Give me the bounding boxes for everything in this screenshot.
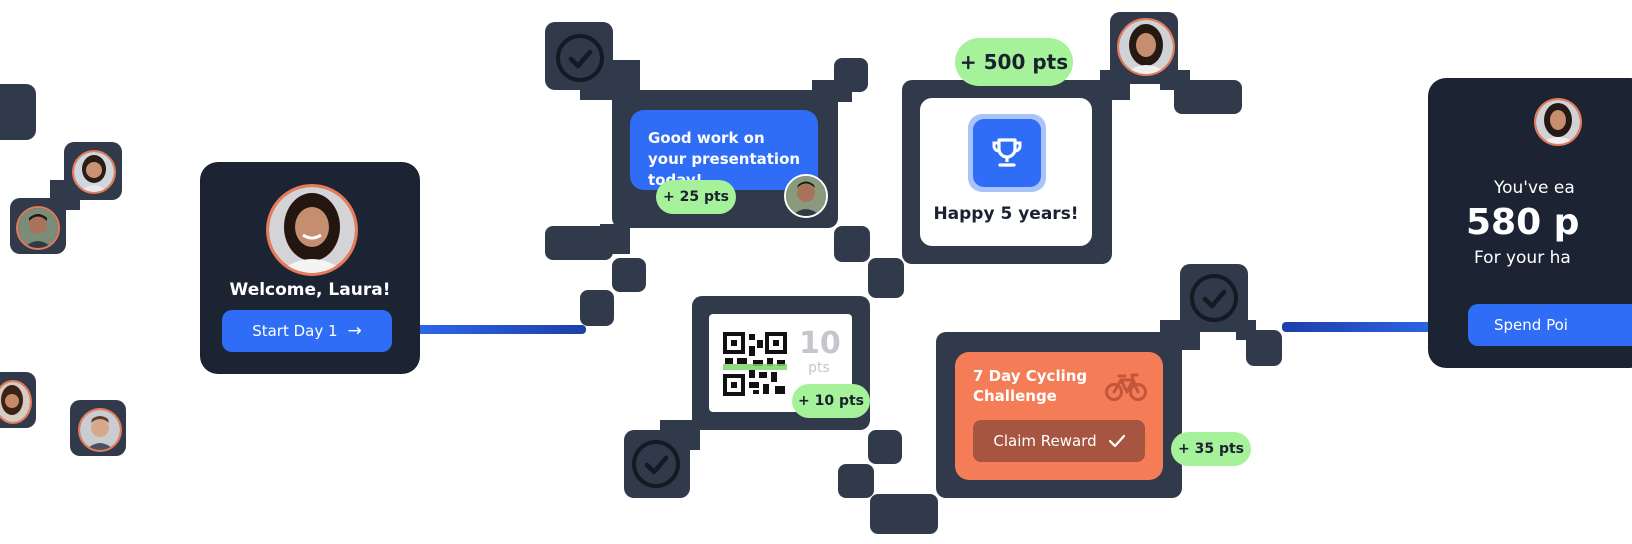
spend-points-button[interactable]: Spend Poi (1468, 304, 1632, 346)
avatar (266, 184, 358, 276)
points-badge: + 500 pts (955, 38, 1073, 86)
checkmark-icon (632, 440, 680, 488)
avatar (72, 150, 116, 194)
welcome-card: Welcome, Laura! Start Day 1 → (200, 162, 420, 374)
connector-block (1100, 70, 1130, 100)
start-day-button-label: Start Day 1 (252, 322, 338, 340)
avatar (784, 174, 828, 218)
connector-block (1160, 320, 1200, 350)
avatar (1534, 98, 1582, 146)
message-bubble: Good work on your presentation today! (630, 110, 818, 190)
claim-reward-label: Claim Reward (993, 432, 1097, 450)
earned-card: You've ea 580 p For your ha Spend Poi (1428, 78, 1632, 368)
spend-points-label: Spend Poi (1494, 316, 1568, 334)
checkmark-icon (1190, 274, 1238, 322)
connector-block (1160, 70, 1190, 90)
connector-block (812, 80, 852, 102)
points-badge: + 10 pts (792, 384, 870, 418)
trophy-icon (968, 114, 1046, 192)
avatar (1117, 18, 1175, 76)
connector-block (0, 84, 36, 140)
connector-block (834, 226, 870, 262)
bicycle-icon (1105, 373, 1147, 401)
claim-reward-button[interactable]: Claim Reward (973, 420, 1145, 462)
milestone-card: Happy 5 years! (920, 98, 1092, 246)
earned-line-1: You've ea (1494, 178, 1575, 198)
start-day-button[interactable]: Start Day 1 → (222, 310, 392, 352)
qr-points-value: 10 (799, 326, 841, 361)
connector-block (1236, 320, 1256, 340)
checkmark-icon (556, 34, 604, 82)
arrow-right-icon: → (347, 321, 362, 341)
challenge-card: 7 Day Cycling Challenge Claim Reward (955, 352, 1163, 480)
points-badge: + 35 pts (1171, 432, 1251, 466)
connector-block (612, 258, 646, 292)
points-badge: + 25 pts (656, 180, 736, 214)
connector-block (838, 464, 874, 498)
welcome-greeting: Welcome, Laura! (229, 280, 391, 300)
earned-amount: 580 p (1466, 202, 1580, 243)
earned-line-2: For your ha (1474, 248, 1571, 268)
connector-block (868, 258, 904, 298)
checkmark-icon (1108, 434, 1125, 448)
qr-points-unit: pts (808, 360, 830, 376)
avatar (16, 206, 60, 250)
connector-block (870, 494, 938, 534)
connector-block (580, 290, 614, 326)
milestone-caption: Happy 5 years! (933, 204, 1079, 224)
challenge-title: 7 Day Cycling Challenge (973, 367, 1088, 405)
qr-code-icon (723, 332, 787, 396)
avatar (78, 408, 122, 452)
connector-block (600, 224, 630, 254)
connector-block (868, 430, 902, 464)
